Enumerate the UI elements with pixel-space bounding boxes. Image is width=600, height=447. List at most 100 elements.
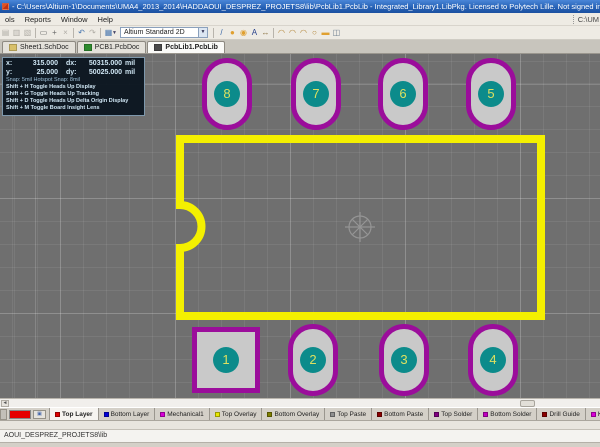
place-dimension-icon[interactable]: ↔ [260,27,271,39]
horizontal-scrollbar[interactable]: ◄ [0,398,600,407]
pad-number: 5 [478,81,504,107]
place-arc-edge-icon[interactable]: ◠ [276,27,287,39]
layer-color-icon [377,412,382,417]
hud-y-unit: mil [125,69,135,78]
pcb-doc-icon [84,44,92,51]
menu-items: olsReportsWindowHelp [0,13,118,26]
place-full-circle-icon[interactable]: ○ [309,27,320,39]
doc-tab-label: Sheet1.SchDoc [20,44,69,51]
paste-icon[interactable]: ▥ [11,27,22,39]
pad-4[interactable]: 4 [468,324,518,396]
pad-number: 8 [214,81,240,107]
status-path-text: AOUI_DESPREZ_PROJETS8\lib [4,432,107,439]
move-icon[interactable]: + [49,27,60,39]
status-lower-strip [0,442,600,447]
doc-tab-label: PcbLib1.PcbLib [165,44,218,51]
place-arc-center-icon[interactable]: ◠ [287,27,298,39]
layer-tab-bottom-overlay[interactable]: Bottom Overlay [262,408,325,421]
pad-1[interactable]: 1 [192,327,260,393]
window-title: - C:\Users\Altium-1\Documents\UMA4_2013_… [12,0,600,13]
layer-bar-corner-button[interactable] [0,409,7,420]
hud-dx-label: dx: [66,60,82,69]
layer-tab-bottom-paste[interactable]: Bottom Paste [372,408,429,421]
hud-y-label: y: [6,69,16,78]
duplicate-icon[interactable]: ▧ [22,27,33,39]
place-pad-icon[interactable]: ● [227,27,238,39]
horizontal-scrollbar-thumb[interactable] [520,400,535,407]
hud-x-value: 315.000 [16,60,58,69]
heads-up-display: x: 315.000 dx: 50315.000 mil y: 25.000 d… [2,57,145,116]
current-layer-color-swatch[interactable] [9,410,31,419]
pad-number: 1 [213,347,239,373]
layer-tab-top-paste[interactable]: Top Paste [325,408,372,421]
pad-5[interactable]: 5 [466,58,516,130]
pad-number: 2 [300,347,326,373]
hud-y-value: 25.000 [16,69,58,78]
pad-number: 4 [480,347,506,373]
layer-tab-label: Top Paste [337,411,366,418]
layer-color-icon [591,412,596,417]
status-bar: AOUI_DESPREZ_PROJETS8\lib [0,429,600,442]
pad-6[interactable]: 6 [378,58,428,130]
chevron-down-icon[interactable]: ▼ [198,28,207,37]
scroll-left-arrow-icon[interactable]: ◄ [1,400,9,407]
layer-tab-top-layer[interactable]: Top Layer [49,408,99,421]
place-arc-angle-icon[interactable]: ◠ [298,27,309,39]
place-line-icon[interactable]: / [216,27,227,39]
doc-tab-pcblib1.pcblib[interactable]: PcbLib1.PcbLib [147,41,225,53]
hud-shortcut-line: Shift + G Toggle Heads Up Tracking [6,91,141,98]
layer-color-icon [267,412,272,417]
paste-array-icon[interactable]: ◫ [331,27,342,39]
title-bar: - C:\Users\Altium-1\Documents\UMA4_2013_… [0,0,600,13]
menu-item-window[interactable]: Window [56,13,93,26]
pcb-lib-icon [154,44,162,51]
place-via-icon[interactable]: ◉ [238,27,249,39]
place-fill-icon[interactable]: ▬ [320,27,331,39]
layer-tab-label: Bottom Paste [384,411,423,418]
hud-y-row: y: 25.000 dy: 50025.000 mil [6,69,141,78]
layer-tab-top-overlay[interactable]: Top Overlay [210,408,263,421]
layer-tab-bottom-solder[interactable]: Bottom Solder [478,408,537,421]
layer-color-icon [434,412,439,417]
menu-item-help[interactable]: Help [93,13,118,26]
doc-tab-sheet1.schdoc[interactable]: Sheet1.SchDoc [2,41,76,53]
hud-shortcut-line: Shift + H Toggle Heads Up Display [6,84,141,91]
pad-number: 6 [390,81,416,107]
pad-7[interactable]: 7 [291,58,341,130]
view-configuration-select[interactable]: Altium Standard 2D ▼ [120,27,208,38]
copy-icon[interactable]: ▤ [0,27,11,39]
hud-dx-value: 50315.000 [82,60,122,69]
layer-tab-keep-out-layer[interactable]: Keep-Out Layer [586,408,600,421]
menu-item-ols[interactable]: ols [0,13,20,26]
doc-tab-pcb1.pcbdoc[interactable]: PCB1.PcbDoc [77,41,147,53]
toolbar-separator [35,28,36,38]
pad-number: 7 [303,81,329,107]
view-configuration-value: Altium Standard 2D [121,28,198,37]
pad-8[interactable]: 8 [202,58,252,130]
layer-tab-top-solder[interactable]: Top Solder [429,408,478,421]
layer-tab-label: Top Solder [441,411,472,418]
layer-sets-button[interactable]: ▣ [33,410,46,419]
menu-item-reports[interactable]: Reports [20,13,56,26]
layer-color-icon [542,412,547,417]
undo-icon[interactable]: ↶ [76,27,87,39]
layer-tab-drill-guide[interactable]: Drill Guide [537,408,585,421]
layer-tab-bottom-layer[interactable]: Bottom Layer [99,408,156,421]
pad-3[interactable]: 3 [379,324,429,396]
pcb-editor-canvas[interactable]: 8 7 6 5 1 2 3 4 x: 315.000 dx: 50315.000 mil y:… [0,54,600,398]
pad-2[interactable]: 2 [288,324,338,396]
layer-tab-label: Top Layer [62,411,93,418]
origin-marker [345,212,375,242]
select-area-icon[interactable]: ▭ [38,27,49,39]
place-string-icon[interactable]: A [249,27,260,39]
layer-tab-mechanical1[interactable]: Mechanical1 [155,408,210,421]
layer-color-icon [104,412,109,417]
clear-filter-icon[interactable]: × [60,27,71,39]
document-tab-bar: Sheet1.SchDoc PCB1.PcbDoc PcbLib1.PcbLib [0,40,600,54]
hud-shortcut-list: Shift + H Toggle Heads Up DisplayShift +… [6,84,141,112]
redo-icon[interactable]: ↷ [87,27,98,39]
grid-icon-dropdown[interactable]: ▼ [112,30,117,36]
schematic-doc-icon [9,44,17,51]
hud-x-unit: mil [125,60,135,69]
layer-tab-label: Bottom Overlay [274,411,319,418]
